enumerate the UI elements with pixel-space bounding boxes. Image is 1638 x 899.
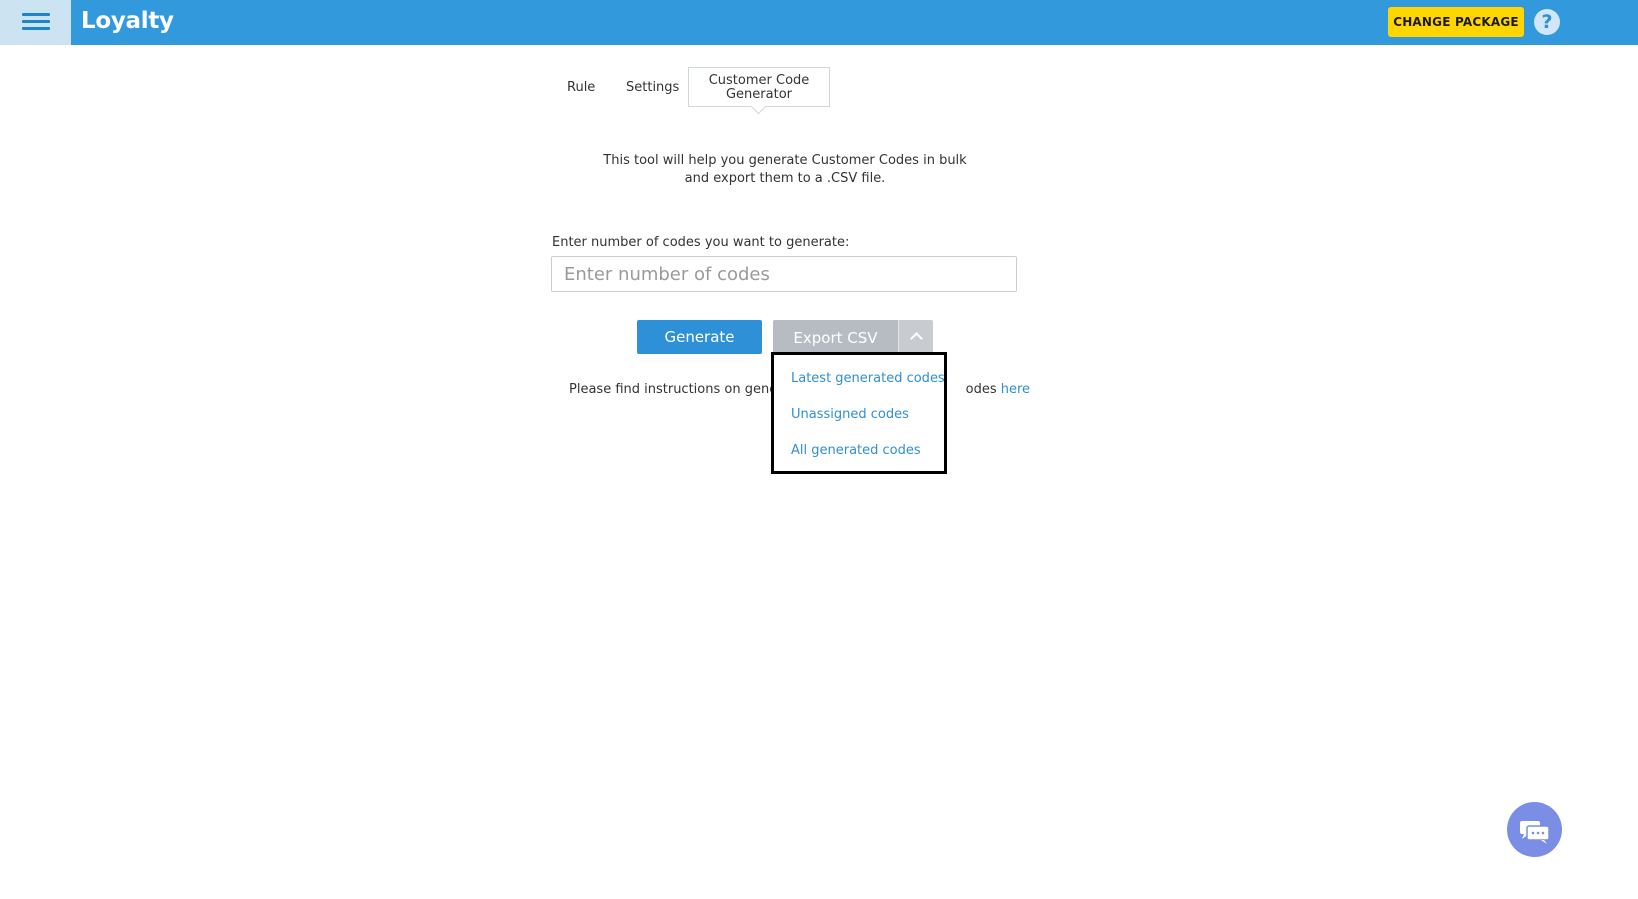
codes-input-label: Enter number of codes you want to genera…	[552, 235, 850, 250]
tab-rule[interactable]: Rule	[567, 80, 595, 95]
export-dropdown-menu: Latest generated codes Unassigned codes …	[771, 352, 947, 474]
change-package-button[interactable]: CHANGE PACKAGE	[1388, 7, 1524, 37]
instructions-here-link[interactable]: here	[1001, 382, 1030, 397]
generate-button[interactable]: Generate	[637, 320, 762, 354]
number-of-codes-input[interactable]	[551, 256, 1017, 292]
menu-item-all-generated-codes[interactable]: All generated codes	[791, 443, 921, 458]
chevron-up-icon	[910, 332, 923, 345]
export-csv-button[interactable]: Export CSV	[773, 320, 898, 354]
chat-icon	[1520, 821, 1550, 844]
instructions-suffix: odes	[965, 382, 1001, 397]
chat-button[interactable]	[1507, 802, 1562, 857]
menu-bar-icon	[22, 13, 50, 16]
hamburger-menu-button[interactable]	[0, 0, 71, 45]
intro-text: This tool will help you generate Custome…	[603, 153, 967, 186]
help-icon[interactable]: ?	[1534, 9, 1560, 35]
export-dropdown-toggle[interactable]	[898, 320, 933, 354]
menu-bar-icon	[22, 27, 50, 30]
menu-bar-icon	[22, 20, 50, 23]
tab-settings[interactable]: Settings	[626, 80, 679, 95]
app-title: Loyalty	[81, 8, 174, 34]
instructions-prefix: Please find instructions on generat	[569, 382, 796, 397]
top-bar: Loyalty CHANGE PACKAGE ?	[0, 0, 1638, 45]
menu-item-unassigned-codes[interactable]: Unassigned codes	[791, 407, 909, 422]
menu-item-latest-generated-codes[interactable]: Latest generated codes	[791, 371, 945, 386]
tab-label: Customer Code Generator	[708, 73, 810, 102]
